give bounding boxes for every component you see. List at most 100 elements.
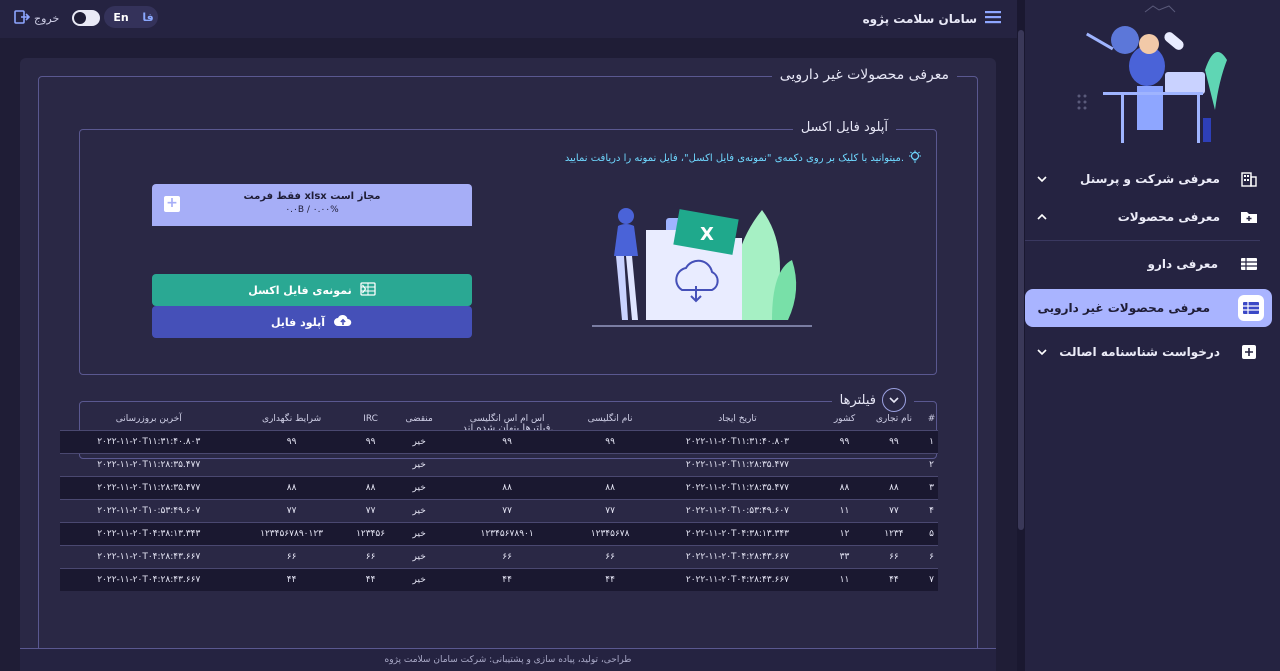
menu-divider	[1025, 240, 1260, 241]
lang-en[interactable]: En	[104, 11, 138, 24]
table-cell: ۳	[925, 475, 938, 499]
table-row[interactable]: ۳ ۸۸ ۸۸ ۲۰۲۲-۱۱-۲۰T۱۱:۲۸:۳۵.۴۷۷ ۸۸ ۸۸ خیر ۸۸ ۸۸ ۲…	[60, 475, 938, 499]
sidebar-menu: معرفی شرکت و پرسنل معرفی محصولات معرفی د…	[1025, 160, 1280, 371]
sidebar-item-label: درخواست شناسنامه اصالت	[1059, 345, 1220, 359]
hamburger-icon[interactable]	[985, 10, 1001, 27]
column-header[interactable]: منقضی	[396, 408, 443, 430]
chevron-up-icon[interactable]	[1035, 210, 1049, 224]
file-list-area[interactable]	[152, 226, 472, 272]
sidebar-item-label: معرفی دارو	[1147, 257, 1218, 271]
table-cell: ۲۰۲۲-۱۱-۲۰T۱۱:۲۸:۳۵.۴۷۷	[60, 475, 238, 499]
table-cell	[571, 452, 649, 476]
sidebar-item-non-drug[interactable]: معرفی محصولات غیر دارویی	[1025, 289, 1272, 327]
sidebar-item-products[interactable]: معرفی محصولات	[1025, 198, 1280, 236]
building-icon	[1240, 170, 1258, 188]
chevron-down-icon[interactable]	[1035, 345, 1049, 359]
table-cell: ۴۴	[345, 567, 396, 591]
column-header[interactable]: شرایط نگهداری	[238, 408, 346, 430]
table-cell: ۲۰۲۲-۱۱-۲۰T۱۱:۳۱:۴۰.۸۰۳	[60, 429, 238, 453]
table-cell: ۶۶	[345, 544, 396, 568]
table-cell: ۷۷	[862, 498, 926, 522]
upload-fieldset: آپلود فایل اکسل میتوانید با کلیک بر روی …	[79, 120, 937, 375]
sidebar-item-company[interactable]: معرفی شرکت و پرسنل	[1025, 160, 1280, 198]
table-row[interactable]: ۶ ۶۶ ۳۳ ۲۰۲۲-۱۱-۲۰T۰۴:۲۸:۴۳.۶۶۷ ۶۶ ۶۶ خیر ۶۶ ۶۶ ۲…	[60, 544, 938, 568]
column-header[interactable]: کشور	[826, 408, 863, 430]
column-header[interactable]: اس ام اس انگلیسی	[443, 408, 572, 430]
table-cell: ۱۲۳۴۵۶	[345, 521, 396, 545]
sample-button-label: نمونه‌ی فایل اکسل	[248, 283, 352, 297]
table-cell: ۱۲	[826, 521, 863, 545]
table-cell: ۴۴	[442, 567, 572, 591]
table-cell: ۴	[925, 498, 938, 522]
file-drop-zone[interactable]: + فقط فرمت xlsx مجاز است ۰.۰B / ۰.۰۰%	[152, 184, 472, 226]
table-row[interactable]: ۲ ۲۰۲۲-۱۱-۲۰T۱۱:۲۸:۳۵.۴۷۷ خیر ۲۰۲۲-۱۱-۲۰T۱۱…	[60, 452, 938, 476]
sidebar-item-label: معرفی محصولات غیر دارویی	[1037, 301, 1210, 315]
table-cell: ۴۴	[571, 567, 649, 591]
logout-button[interactable]: خروج	[14, 9, 59, 28]
upload-file-button[interactable]: آپلود فایل	[152, 306, 472, 338]
table-cell: ۲	[925, 452, 938, 476]
table-cell: خیر	[395, 521, 443, 545]
table-cell: ۶	[925, 544, 938, 568]
table-cell	[442, 452, 572, 476]
table-cell: خیر	[395, 452, 443, 476]
table-cell: ۸۸	[826, 475, 863, 499]
lang-fa[interactable]: فا	[138, 11, 158, 24]
folder-plus-icon	[1240, 208, 1258, 226]
table-cell: ۹۹	[826, 429, 863, 453]
table-cell: ۲۰۲۲-۱۱-۲۰T۰۴:۲۸:۴۳.۶۶۷	[648, 567, 827, 591]
table-cell: ۹۹	[571, 429, 649, 453]
add-file-icon[interactable]: +	[164, 196, 180, 212]
table-row[interactable]: ۵ ۱۲۳۴ ۱۲ ۲۰۲۲-۱۱-۲۰T۰۴:۳۸:۱۳.۳۴۳ ۱۲۳۴۵۶۷۸ ۱۲…	[60, 521, 938, 545]
table-row[interactable]: ۷ ۴۴ ۱۱ ۲۰۲۲-۱۱-۲۰T۰۴:۲۸:۴۳.۶۶۷ ۴۴ ۴۴ خیر ۴۴ ۴۴ ۲…	[60, 567, 938, 591]
sidebar-item-authenticity[interactable]: درخواست شناسنامه اصالت	[1025, 333, 1280, 371]
table-cell: ۹۹	[345, 429, 396, 453]
table-cell: ۲۰۲۲-۱۱-۲۰T۰۴:۳۸:۱۳.۳۴۳	[648, 521, 827, 545]
column-header[interactable]: تاریخ ایجاد	[649, 408, 826, 430]
table-cell: ۵	[925, 521, 938, 545]
toggle-knob	[74, 12, 86, 24]
logout-icon	[14, 9, 31, 28]
svg-text:X: X	[700, 224, 714, 245]
theme-toggle[interactable]	[72, 10, 100, 26]
page-title: معرفی محصولات غیر دارویی	[771, 67, 957, 83]
hint-text: میتوانید با کلیک بر روی دکمه‌ی "نمونه‌ی …	[564, 153, 904, 164]
upload-hint: میتوانید با کلیک بر روی دکمه‌ی "نمونه‌ی …	[565, 150, 922, 167]
language-switch[interactable]: En فا	[104, 6, 158, 28]
table-row[interactable]: ۱ ۹۹ ۹۹ ۲۰۲۲-۱۱-۲۰T۱۱:۳۱:۴۰.۸۰۳ ۹۹ ۹۹ خیر ۹۹ ۹۹ ۲…	[60, 429, 938, 453]
table-cell	[862, 452, 926, 476]
chevron-down-icon[interactable]	[1035, 172, 1049, 186]
table-cell: ۶۶	[442, 544, 572, 568]
table-row[interactable]: ۴ ۷۷ ۱۱ ۲۰۲۲-۱۱-۲۰T۱۰:۵۳:۴۹.۶۰۷ ۷۷ ۷۷ خیر ۷۷ ۷۷ ۲…	[60, 498, 938, 522]
table-cell: ۸۸	[571, 475, 649, 499]
table-cell: ۱۱	[826, 567, 863, 591]
sidebar-item-drug[interactable]: معرفی دارو	[1025, 245, 1280, 283]
file-uploader: + فقط فرمت xlsx مجاز است ۰.۰B / ۰.۰۰% نم…	[152, 184, 472, 338]
list-icon	[1238, 295, 1264, 321]
table-cell: ۲۰۲۲-۱۱-۲۰T۱۰:۵۳:۴۹.۶۰۷	[60, 498, 238, 522]
table-cell: ۲۰۲۲-۱۱-۲۰T۱۱:۲۸:۳۵.۴۷۷	[648, 475, 827, 499]
table-cell	[237, 452, 346, 476]
column-header[interactable]: #	[925, 408, 938, 430]
sample-excel-button[interactable]: نمونه‌ی فایل اکسل	[152, 274, 472, 306]
excel-icon	[360, 281, 376, 300]
table-cell: ۱۲۳۴	[862, 521, 926, 545]
column-header[interactable]: آخرین بروزرسانی	[60, 408, 238, 430]
table-cell: ۱	[925, 429, 938, 453]
column-header[interactable]: IRC	[346, 408, 396, 430]
table-cell: ۱۲۳۴۵۶۷۸۹۰۱	[442, 521, 572, 545]
filters-title: فیلترها	[839, 392, 876, 408]
sidebar-scrollbar[interactable]	[1017, 0, 1025, 671]
table-cell: خیر	[395, 475, 443, 499]
column-header[interactable]: نام تجاری	[863, 408, 925, 430]
table-cell: ۶۶	[571, 544, 649, 568]
upload-button-label: آپلود فایل	[270, 315, 326, 329]
cloud-upload-icon	[333, 313, 353, 332]
table-cell: ۲۰۲۲-۱۱-۲۰T۱۱:۲۸:۳۵.۴۷۷	[60, 452, 238, 476]
column-header[interactable]: نام انگلیسی	[572, 408, 649, 430]
sidebar: معرفی شرکت و پرسنل معرفی محصولات معرفی د…	[1017, 0, 1280, 671]
table-header-row: # نام تجاری کشور تاریخ ایجاد نام انگلیسی…	[60, 408, 938, 430]
logout-label: خروج	[34, 12, 60, 25]
table-cell: ۸۸	[237, 475, 346, 499]
table-cell: خیر	[395, 544, 443, 568]
